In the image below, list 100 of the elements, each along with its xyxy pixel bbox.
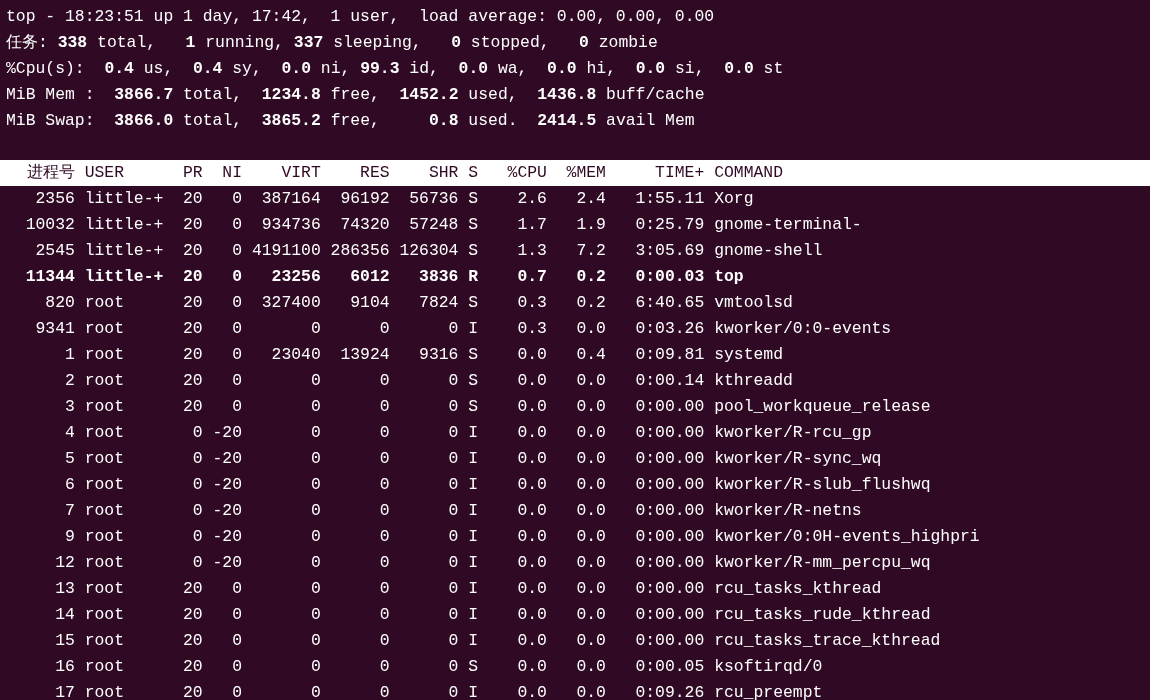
table-cell-text: -20 — [211, 422, 243, 444]
table-cell-text: gnome-terminal- — [714, 214, 862, 236]
table-cell-text: 0.4 — [575, 344, 606, 366]
table-cell-text: 820 — [44, 292, 75, 314]
table-cell-text: 0 — [447, 526, 459, 548]
table-cell-text: kworker/0:0H-events_highpri — [714, 526, 980, 548]
table-cell-text: 0 — [309, 422, 321, 444]
table-cell-text: 0.0 — [575, 500, 606, 522]
table-cell-text: 1:55.11 — [634, 188, 705, 210]
table-cell-text: 0.0 — [575, 474, 606, 496]
table-cell-text: 286356 — [329, 240, 390, 262]
table-cell-text: 0 — [447, 396, 459, 418]
table-cell-text: 0 — [231, 370, 243, 392]
table-cell-text: -20 — [211, 500, 243, 522]
table-cell-text: 1 — [64, 344, 75, 366]
table-cell-text: 20 — [182, 292, 203, 314]
table-cell-text: 20 — [182, 318, 203, 340]
table-cell-text: -20 — [211, 526, 243, 548]
table-cell-text: R — [468, 266, 479, 288]
table-cell-text: root — [84, 370, 126, 392]
table-cell-text: 0.0 — [575, 448, 606, 470]
table-cell-text: 2.6 — [516, 188, 547, 210]
table-cell-text: 0 — [309, 578, 321, 600]
table-cell-text: 20 — [182, 188, 203, 210]
table-cell-text: root — [84, 630, 126, 652]
table-cell-text: 0.0 — [516, 682, 547, 700]
table-cell-text: root — [84, 526, 126, 548]
column-header: PR — [182, 162, 203, 184]
table-cell-text: 1.3 — [516, 240, 547, 262]
table-cell-text: -20 — [211, 552, 243, 574]
table-cell-text: I — [468, 604, 479, 626]
table-cell-text: 13 — [54, 578, 75, 600]
column-header: 进程号 — [25, 162, 75, 184]
table-cell-text: 0.0 — [516, 370, 547, 392]
table-cell-text: 0 — [447, 656, 459, 678]
table-cell-text: 20 — [182, 578, 203, 600]
table-cell-text: 57248 — [408, 214, 459, 236]
table-cell-text: 0 — [378, 526, 390, 548]
table-cell-text: 0.0 — [516, 474, 547, 496]
table-cell-text: S — [468, 656, 479, 678]
table-cell-text: 74320 — [339, 214, 390, 236]
table-cell-text: 0.0 — [575, 552, 606, 574]
table-cell-text: 2 — [64, 370, 75, 392]
table-cell-text: 0 — [191, 474, 203, 496]
table-cell-text: 0:00.00 — [634, 396, 705, 418]
table-cell-text: 0.3 — [516, 318, 547, 340]
table-cell-text: I — [468, 474, 479, 496]
table-cell-text: 1.9 — [575, 214, 606, 236]
table-cell-text: 0 — [447, 370, 459, 392]
table-cell-text: 9 — [64, 526, 75, 548]
table-cell-text: 0 — [378, 656, 390, 678]
summary-line: 任务: 338 total, 1 running, 337 sleeping, 0 stopped, 0 zombie — [6, 32, 659, 54]
table-cell-text: 20 — [182, 240, 203, 262]
table-cell-text: root — [84, 318, 126, 340]
table-cell-text: 20 — [182, 656, 203, 678]
table-cell-text: I — [468, 526, 479, 548]
table-cell-text: 0 — [378, 370, 390, 392]
table-cell-text: root — [84, 292, 126, 314]
table-cell-text: 0.0 — [516, 578, 547, 600]
table-cell-text: 0 — [191, 448, 203, 470]
table-cell-text: 0.3 — [516, 292, 547, 314]
column-header: TIME+ — [654, 162, 705, 184]
table-cell-text: 0 — [378, 604, 390, 626]
table-cell-text: 126304 — [398, 240, 459, 262]
table-cell-text: 11344 — [24, 266, 75, 288]
table-cell-text: 2.4 — [575, 188, 606, 210]
table-cell-text: rcu_tasks_trace_kthread — [714, 630, 941, 652]
table-cell-text: 0 — [191, 500, 203, 522]
table-cell-text: 10032 — [24, 214, 75, 236]
table-cell-text: 0 — [191, 422, 203, 444]
table-cell-text: rcu_preempt — [714, 682, 823, 700]
table-cell-text: 96192 — [339, 188, 390, 210]
table-cell-text: 3 — [64, 396, 75, 418]
table-cell-text: 0 — [447, 422, 459, 444]
column-header: %MEM — [565, 162, 606, 184]
table-cell-text: 9316 — [418, 344, 459, 366]
table-cell-text: 0:00.05 — [634, 656, 705, 678]
table-cell-text: S — [468, 188, 479, 210]
table-cell-text: 4191100 — [250, 240, 321, 262]
table-cell-text: 20 — [182, 370, 203, 392]
table-cell-text: 0.2 — [575, 292, 606, 314]
table-cell-text: 0 — [309, 448, 321, 470]
table-cell-text: 23040 — [270, 344, 321, 366]
table-cell-text: 0 — [447, 448, 459, 470]
table-cell-text: 0:03.26 — [634, 318, 705, 340]
table-cell-text: 6012 — [349, 266, 390, 288]
table-cell-text: kworker/R-mm_percpu_wq — [714, 552, 931, 574]
table-cell-text: 0.0 — [575, 370, 606, 392]
table-cell-text: 0:00.00 — [634, 448, 705, 470]
table-cell-text: 0 — [378, 448, 390, 470]
table-cell-text: kworker/R-slub_flushwq — [714, 474, 931, 496]
table-cell-text: kthreadd — [714, 370, 793, 392]
table-cell-text: 0:00.00 — [634, 474, 705, 496]
table-cell-text: 0 — [231, 318, 243, 340]
table-cell-text: 0 — [447, 474, 459, 496]
table-cell-text: 0:00.00 — [634, 578, 705, 600]
table-cell-text: 0 — [378, 630, 390, 652]
table-cell-text: kworker/R-sync_wq — [714, 448, 882, 470]
table-cell-text: I — [468, 578, 479, 600]
table-cell-text: pool_workqueue_release — [714, 396, 931, 418]
